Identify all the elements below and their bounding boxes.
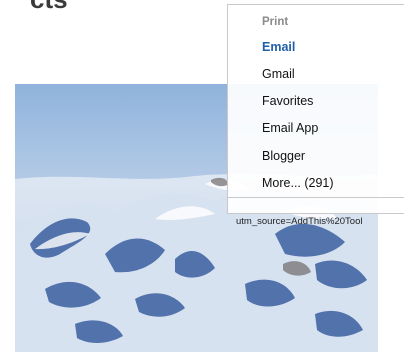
share-menu-email[interactable]: Email — [262, 39, 295, 55]
share-menu-gmail[interactable]: Gmail — [262, 66, 295, 82]
tracking-text: utm_source=AddThis%20Tool — [236, 216, 363, 227]
share-menu: Print Email Gmail Favorites Email App Bl… — [227, 4, 404, 214]
page-heading: cts — [30, 0, 68, 12]
share-menu-more[interactable]: More... (291) — [262, 175, 334, 191]
menu-divider — [228, 197, 404, 198]
share-menu-blogger[interactable]: Blogger — [262, 148, 305, 164]
share-menu-favorites[interactable]: Favorites — [262, 93, 313, 109]
tracking-text-container: utm_source=AddThis%20Tool — [236, 216, 404, 232]
share-menu-email-app[interactable]: Email App — [262, 120, 318, 136]
share-menu-print[interactable]: Print — [262, 14, 288, 30]
